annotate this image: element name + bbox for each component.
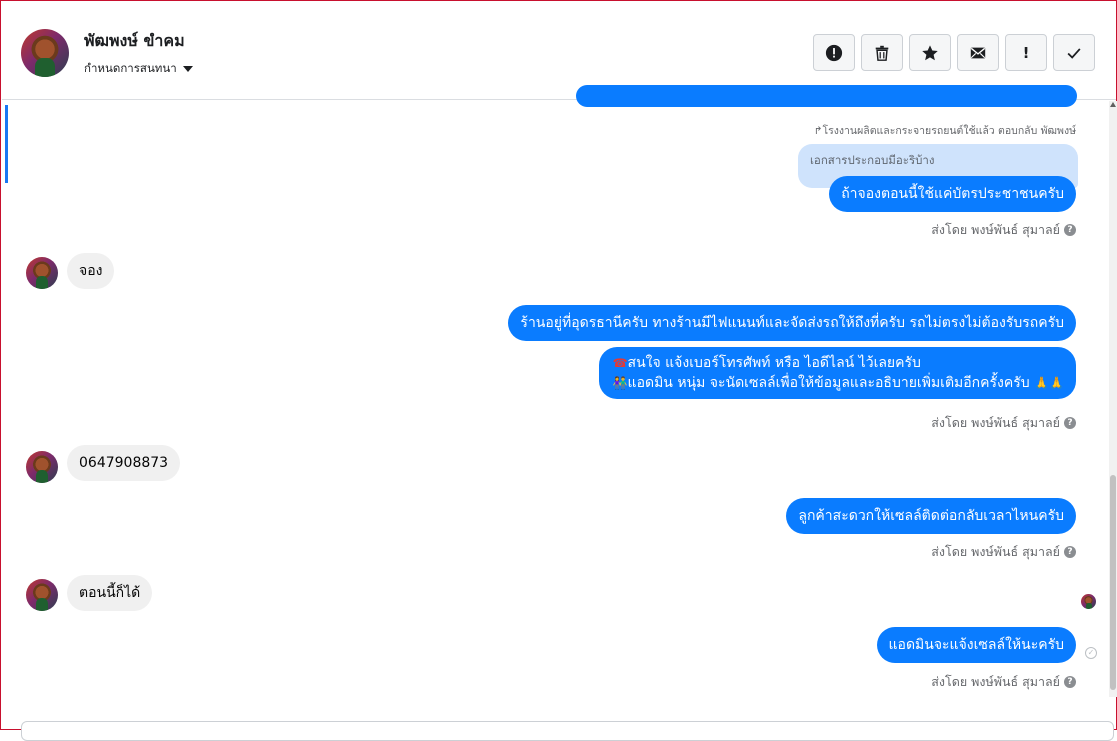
message-line: ☎สนใจ แจ้งเบอร์โทรศัพท์ หรือ ไอดีไลน์ ไว…: [613, 353, 1064, 373]
trash-icon: [875, 45, 889, 61]
contact-name[interactable]: พัฒพงษ์ ขำคม: [84, 29, 185, 54]
pray-icon: 🙏🙏: [1034, 376, 1064, 390]
sent-by-label: ส่งโดย พงษ์พันธ์ สุมาลย์ ?: [931, 220, 1076, 240]
sent-by-text: ส่งโดย พงษ์พันธ์ สุมาลย์: [931, 415, 1060, 430]
message-bubble-incoming: ตอนนี้ก็ได้: [67, 575, 153, 611]
contact-avatar[interactable]: [21, 29, 69, 77]
sent-by-text: ส่งโดย พงษ์พันธ์ สุมาลย์: [931, 674, 1060, 689]
message-bubble-outgoing: ถ้าจองตอนนี้ใช้แค่บัตรประชาชนครับ: [829, 176, 1076, 212]
help-icon[interactable]: ?: [1064, 546, 1076, 558]
delete-button[interactable]: [861, 34, 903, 71]
read-receipt-avatar: [1081, 594, 1096, 609]
message-bubble-outgoing: ลูกค้าสะดวกให้เซลล์ติดต่อกลับเวลาไหนครับ: [786, 498, 1076, 534]
mark-unread-button[interactable]: [957, 34, 999, 71]
message-bubble-outgoing-multiline: ☎สนใจ แจ้งเบอร์โทรศัพท์ หรือ ไอดีไลน์ ไว…: [598, 347, 1076, 399]
mail-icon: [970, 47, 986, 58]
message-bubble-incoming: 0647908873: [67, 445, 181, 481]
scroll-up-arrow-icon[interactable]: [1110, 102, 1116, 107]
message-bubble-outgoing: ร้านอยู่ที่อุดรธานีครับ ทางร้านมีไฟแนนท์…: [508, 305, 1076, 341]
message-line: 👫แอดมิน หนุ่ม จะนัดเซลล์เพื่อให้ข้อมูลแล…: [613, 373, 1064, 393]
check-icon: [1067, 47, 1081, 59]
sent-by-text: ส่งโดย พงษ์พันธ์ สุมาลย์: [931, 544, 1060, 559]
customer-avatar[interactable]: [26, 451, 58, 483]
reply-reference: ↱โรงงานผลิตและกระจายรถยนต์ใช้แล้ว ตอบกลั…: [813, 125, 1076, 137]
sent-by-label: ส่งโดย พงษ์พันธ์ สุมาลย์ ?: [931, 672, 1076, 692]
customer-avatar[interactable]: [26, 257, 58, 289]
sent-by-text: ส่งโดย พงษ์พันธ์ สุมาลย์: [931, 222, 1060, 237]
star-icon: [922, 44, 938, 60]
message-line-text: แอดมิน หนุ่ม จะนัดเซลล์เพื่อให้ข้อมูลและ…: [627, 375, 1030, 391]
message-bubble-outgoing: แอดมินจะแจ้งเซลล์ให้นะครับ: [876, 627, 1076, 663]
message-bubble-incoming: จอง: [67, 253, 115, 289]
conversation-settings-dropdown[interactable]: กำหนดการสนทนา: [84, 60, 193, 78]
telephone-icon: ☎: [612, 356, 628, 370]
exclamation-icon: !: [1022, 43, 1030, 62]
selection-indicator: [5, 105, 8, 183]
conversation-settings-label: กำหนดการสนทนา: [84, 61, 177, 75]
scrollbar-thumb[interactable]: [1110, 475, 1116, 690]
mark-done-button[interactable]: [1053, 34, 1095, 71]
couple-icon: 👫: [612, 376, 628, 390]
mark-spam-button[interactable]: !: [1005, 34, 1047, 71]
report-button[interactable]: [813, 34, 855, 71]
star-button[interactable]: [909, 34, 951, 71]
conversation-toolbar: !: [813, 34, 1095, 71]
sent-by-label: ส่งโดย พงษ์พันธ์ สุมาลย์ ?: [931, 542, 1076, 562]
help-icon[interactable]: ?: [1064, 224, 1076, 236]
help-icon[interactable]: ?: [1064, 676, 1076, 688]
sent-check-icon: ✓: [1085, 647, 1097, 659]
report-icon: [825, 44, 843, 61]
message-composer[interactable]: [21, 721, 1114, 741]
message-bubble-partial: [576, 85, 1077, 107]
message-line-text: สนใจ แจ้งเบอร์โทรศัพท์ หรือ ไอดีไลน์ ไว้…: [627, 355, 921, 371]
help-icon[interactable]: ?: [1064, 417, 1076, 429]
customer-avatar[interactable]: [26, 579, 58, 611]
sent-by-label: ส่งโดย พงษ์พันธ์ สุมาลย์ ?: [931, 413, 1076, 433]
caret-down-icon: [182, 66, 193, 72]
